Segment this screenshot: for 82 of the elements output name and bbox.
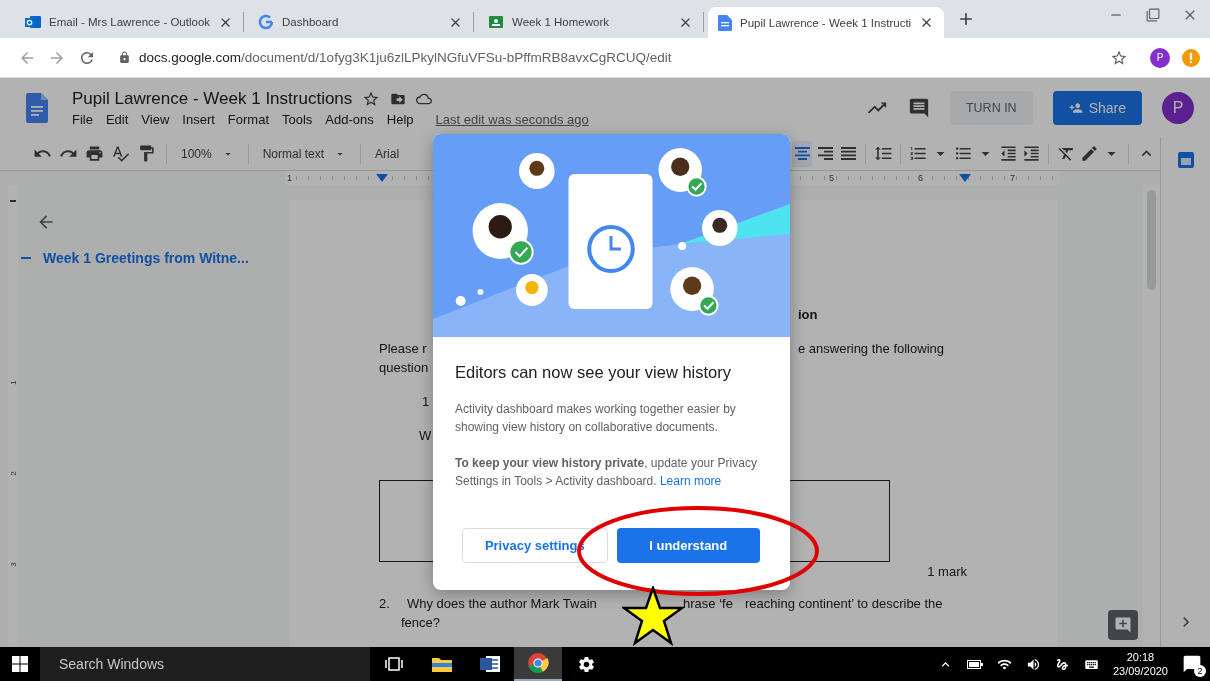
ruler-number: 2 [8, 471, 18, 476]
calendar-icon[interactable] [1177, 152, 1194, 168]
menu-item[interactable]: Add-ons [325, 111, 374, 127]
question-text: hrase ‘fe [683, 596, 733, 611]
settings-icon[interactable] [576, 654, 596, 674]
docs-logo-icon [26, 92, 48, 123]
task-view-icon[interactable] [385, 657, 403, 671]
chrome-app-icon[interactable] [527, 652, 549, 674]
outline-heading[interactable]: Week 1 Greetings from Witne... [43, 250, 249, 266]
url-field[interactable]: docs.google.com/document/d/1ofyg3K1ju6zlLPkylNGfuVFSu-bPffmRB8avxCgRCUQ/edit [139, 50, 1102, 65]
pencil-icon[interactable] [1079, 144, 1099, 163]
notification-count: 2 [1194, 665, 1206, 677]
style-dropdown[interactable]: Normal text [258, 146, 351, 161]
line-spacing-icon[interactable] [873, 144, 893, 163]
indent-marker-icon[interactable] [376, 174, 388, 182]
align-right-icon [817, 147, 833, 160]
paragraph-text: question [379, 360, 429, 375]
document-title[interactable]: Pupil Lawrence - Week 1 Instructions [72, 88, 353, 109]
menu-item[interactable]: Format [227, 111, 269, 127]
ruler-number: 3 [8, 562, 18, 567]
windows-start-icon[interactable] [12, 656, 28, 672]
volume-icon[interactable] [1025, 656, 1041, 672]
menu-item[interactable]: View [141, 111, 170, 127]
comment-icon[interactable] [907, 96, 930, 119]
browser-tab[interactable]: Dashboard [248, 12, 475, 32]
folder-icon[interactable] [432, 656, 452, 672]
justify-icon [840, 147, 856, 160]
menu-item[interactable]: Help [386, 111, 414, 127]
numbered-list-icon[interactable] [908, 144, 928, 163]
g-logo-icon [258, 14, 275, 30]
menu-item[interactable]: Tools [282, 111, 313, 127]
question-number: 2. [379, 596, 390, 611]
taskbar-search-field[interactable]: Search Windows [40, 647, 370, 681]
question-text: Why does the author Mark Twain [407, 596, 597, 611]
turn-in-button[interactable]: TURN IN [949, 90, 1033, 125]
menu-item[interactable]: File [72, 111, 93, 127]
question-text: reaching continent’ to describe the [745, 596, 943, 611]
person-icon [1068, 100, 1083, 115]
account-avatar[interactable]: P [1162, 91, 1194, 124]
word-app-icon[interactable] [480, 655, 500, 673]
board-icon [488, 14, 505, 30]
dialog-text: Activity dashboard makes working together easier by showing view history on collaborative documents. [455, 401, 737, 436]
browser-tab[interactable]: Pupil Lawrence - Week 1 Instructi [708, 7, 945, 38]
menu-item[interactable]: Edit [105, 111, 129, 127]
question-text: fence? [401, 615, 441, 630]
paragraph-text: Please r [379, 341, 427, 356]
menu-item[interactable]: Insert [182, 111, 215, 127]
align-center-icon [794, 147, 810, 160]
explore-button[interactable] [1108, 610, 1138, 640]
browser-tab[interactable]: Week 1 Homework [478, 12, 705, 32]
scrollbar-thumb[interactable] [1147, 190, 1156, 290]
clock[interactable]: 20:18 23/09/2020 [1112, 650, 1168, 678]
dash-icon [21, 257, 31, 259]
document-icon [718, 14, 733, 31]
understand-button[interactable]: I understand [616, 528, 760, 563]
add-comment-icon [1114, 616, 1132, 634]
learn-more-link[interactable]: Learn more [659, 474, 722, 488]
dialog-text: To keep your view history private, update your Privacy Settings in Tools > Activity dashboard. Learn more [455, 455, 758, 490]
mark-text: 1 mark [927, 564, 967, 579]
battery-icon[interactable] [966, 659, 983, 669]
item-number: 1 [422, 394, 430, 409]
increase-indent-icon[interactable] [1021, 144, 1041, 163]
dialog-title: Editors can now see your view history [455, 362, 733, 382]
zoom-dropdown[interactable]: 100% [177, 146, 238, 161]
alignment-button[interactable] [792, 140, 812, 167]
share-button[interactable]: Share [1052, 90, 1142, 125]
paragraph-text: e answering the following [798, 341, 944, 356]
ruler-number: 1 [8, 380, 18, 385]
profile-avatar[interactable]: P [1150, 47, 1170, 68]
heading-text: ion [798, 307, 818, 322]
print-icon[interactable] [84, 144, 104, 163]
mail-icon [25, 14, 41, 30]
browser-tab[interactable]: Email - Mrs Lawrence - Outlook [15, 12, 245, 32]
item-text: W [419, 428, 432, 443]
decrease-indent-icon[interactable] [998, 144, 1018, 163]
indent-marker-icon[interactable] [959, 174, 972, 182]
pen-icon[interactable] [1054, 656, 1070, 672]
last-edit-link[interactable]: Last edit was seconds ago [435, 111, 589, 127]
restore-icon[interactable] [1146, 8, 1160, 22]
lock-icon [118, 51, 131, 64]
spellcheck-icon[interactable] [110, 144, 130, 163]
font-dropdown[interactable]: Arial [371, 146, 404, 161]
